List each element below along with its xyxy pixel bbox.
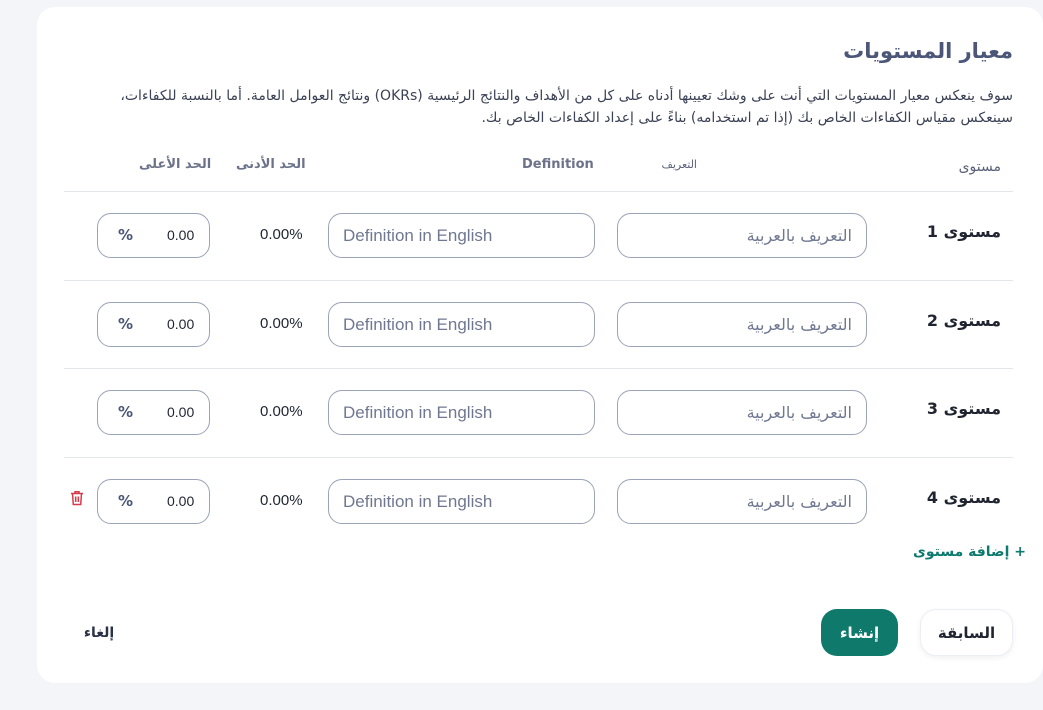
level-label: مستوى 2 — [926, 311, 1001, 330]
definition-en-input[interactable]: Definition in English — [328, 479, 595, 524]
min-value: 0.00% — [260, 403, 303, 420]
definition-ar-input[interactable]: التعريف بالعربية — [617, 302, 867, 347]
definition-ar-input[interactable]: التعريف بالعربية — [617, 479, 867, 524]
definition-en-input[interactable]: Definition in English — [328, 302, 595, 347]
header-definition-en: Definition — [522, 157, 594, 172]
trash-icon[interactable] — [68, 490, 84, 508]
percent-sign: % — [118, 315, 134, 333]
level-label: مستوى 1 — [926, 222, 1001, 241]
max-value: 0.00 — [167, 404, 195, 420]
min-value: 0.00% — [260, 315, 303, 332]
definition-en-input[interactable]: Definition in English — [328, 213, 595, 258]
create-button[interactable]: إنشاء — [821, 609, 898, 656]
table-row: مستوى 1 التعريف بالعربية Definition in E… — [64, 191, 1013, 279]
header-definition-ar: التعريف — [661, 158, 697, 171]
min-value: 0.00% — [260, 492, 303, 509]
max-input[interactable]: % 0.00 — [97, 390, 210, 435]
dialog-description: سوف ينعكس معيار المستويات التي أنت على و… — [120, 88, 1013, 126]
dialog-title: معيار المستويات — [843, 39, 1013, 63]
percent-sign: % — [118, 492, 134, 510]
levels-dialog: معيار المستويات سوف ينعكس معيار المستويا… — [37, 7, 1043, 683]
min-value: 0.00% — [260, 226, 303, 243]
max-input[interactable]: % 0.00 — [97, 302, 210, 347]
table-row: مستوى 4 التعريف بالعربية Definition in E… — [64, 457, 1013, 545]
max-value: 0.00 — [167, 227, 195, 243]
add-level-button[interactable]: + إضافة مستوى — [913, 544, 1026, 560]
header-max: الحد الأعلى — [139, 157, 212, 172]
max-value: 0.00 — [167, 316, 195, 332]
definition-ar-input[interactable]: التعريف بالعربية — [617, 390, 867, 435]
previous-button[interactable]: السابقة — [920, 609, 1013, 656]
definition-ar-input[interactable]: التعريف بالعربية — [617, 213, 867, 258]
percent-sign: % — [118, 226, 134, 244]
header-min: الحد الأدنى — [236, 157, 306, 172]
table-row: مستوى 3 التعريف بالعربية Definition in E… — [64, 368, 1013, 456]
max-input[interactable]: % 0.00 — [97, 479, 210, 524]
definition-en-input[interactable]: Definition in English — [328, 390, 595, 435]
header-level: مستوى — [958, 159, 1001, 175]
cancel-button[interactable]: إلغاء — [79, 609, 119, 656]
percent-sign: % — [118, 403, 134, 421]
table-row: مستوى 2 التعريف بالعربية Definition in E… — [64, 280, 1013, 368]
max-value: 0.00 — [167, 493, 195, 509]
max-input[interactable]: % 0.00 — [97, 213, 210, 258]
level-label: مستوى 4 — [926, 488, 1001, 507]
level-label: مستوى 3 — [926, 399, 1001, 418]
